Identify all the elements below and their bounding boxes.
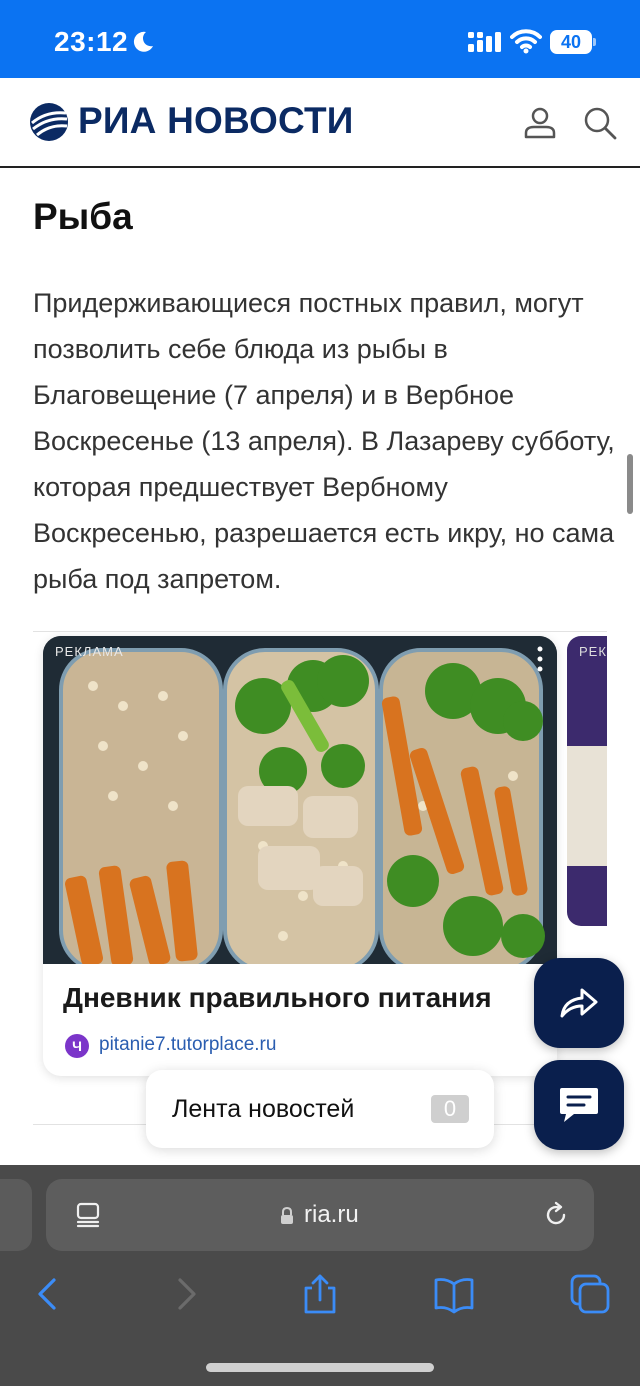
signal-icon	[468, 32, 501, 52]
reload-icon[interactable]	[542, 1201, 570, 1229]
ad-domain-icon: Ч	[65, 1034, 89, 1058]
site-header: РИА НОВОСТИ	[0, 78, 640, 168]
battery-level: 40	[550, 30, 592, 54]
address-bar[interactable]: ria.ru	[46, 1179, 594, 1251]
forward-icon[interactable]	[164, 1272, 208, 1316]
share-arrow-icon	[560, 988, 598, 1018]
moon-icon	[133, 31, 153, 52]
ad-image[interactable]	[43, 636, 557, 964]
battery-indicator: 40	[550, 30, 596, 54]
ad-title[interactable]: Дневник правильного питания	[63, 982, 492, 1014]
user-icon[interactable]	[522, 105, 558, 141]
ad-carousel[interactable]: РЕКЛАМА Дневник правильного питания Ч pi…	[33, 631, 607, 1125]
bookmarks-icon[interactable]	[432, 1272, 476, 1316]
share-button[interactable]	[534, 958, 624, 1048]
news-feed-label: Лента новостей	[172, 1095, 355, 1123]
chat-icon	[560, 1088, 598, 1122]
ad-label: РЕКЛАМА	[55, 644, 124, 659]
share-sheet-icon[interactable]	[298, 1272, 342, 1316]
home-indicator[interactable]	[206, 1363, 434, 1372]
more-options-icon[interactable]	[537, 646, 543, 672]
site-logo-text[interactable]: РИА НОВОСТИ	[78, 100, 354, 142]
news-feed-button[interactable]: Лента новостей 0	[146, 1070, 494, 1148]
lock-icon	[281, 1207, 293, 1224]
back-icon[interactable]	[26, 1272, 70, 1316]
battery-tip	[593, 38, 596, 46]
news-feed-count-badge: 0	[431, 1095, 469, 1123]
chat-button[interactable]	[534, 1060, 624, 1150]
ad-card-next[interactable]: РЕК	[567, 636, 607, 926]
status-time: 23:12	[54, 26, 129, 57]
previous-tab-peek[interactable]	[0, 1179, 32, 1251]
ad-card-next-image	[567, 746, 607, 866]
url-text[interactable]: ria.ru	[304, 1201, 359, 1229]
wifi-icon	[510, 29, 542, 54]
article-paragraph: Придерживающиеся постных правил, могут п…	[33, 288, 615, 594]
scroll-indicator[interactable]	[627, 454, 633, 514]
search-icon[interactable]	[582, 105, 618, 141]
page-menu-icon[interactable]	[74, 1201, 102, 1229]
tabs-icon[interactable]	[568, 1272, 612, 1316]
status-bar: 23:12 40	[0, 0, 640, 78]
ria-logo-icon[interactable]	[28, 101, 70, 143]
ad-domain-link[interactable]: pitanie7.tutorplace.ru	[99, 1034, 276, 1056]
ad-card-next-label: РЕК	[579, 644, 607, 659]
ad-card[interactable]: РЕКЛАМА Дневник правильного питания Ч pi…	[43, 636, 557, 1076]
section-title: Рыба	[33, 196, 133, 237]
